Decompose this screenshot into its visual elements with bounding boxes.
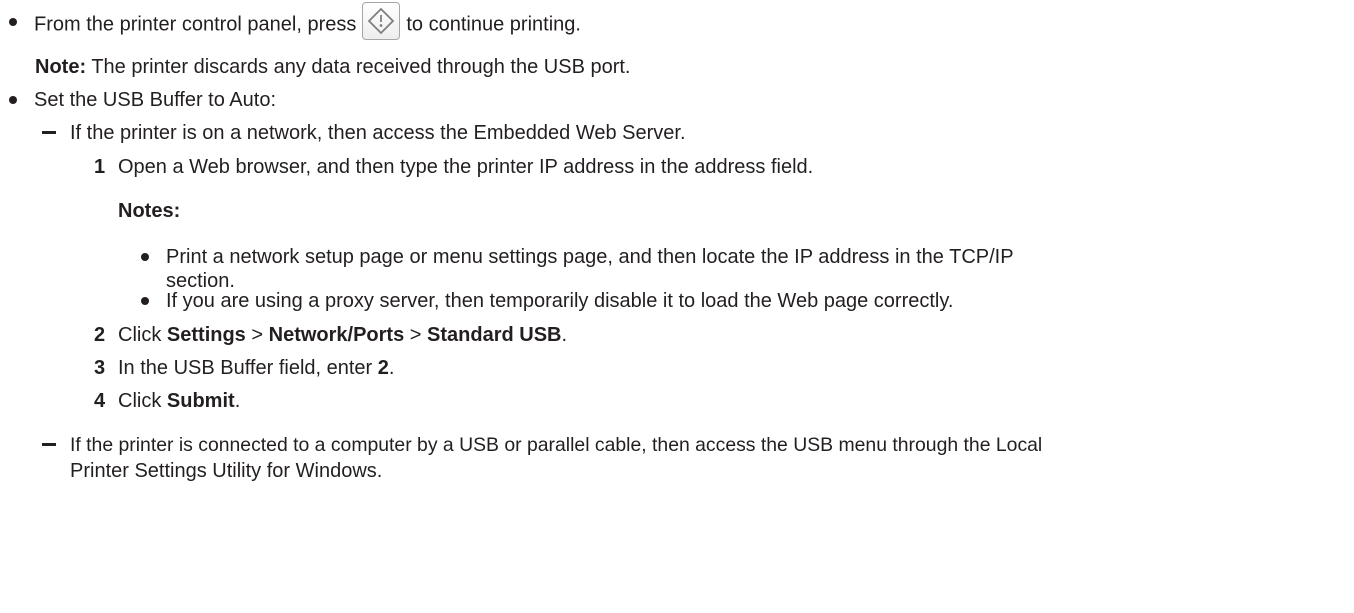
note-item-1: Print a network setup page or menu setti… [166, 246, 1014, 268]
usb-buffer-value: 2 [377, 357, 389, 379]
menu-separator: > [251, 324, 264, 346]
menu-separator: > [409, 324, 422, 346]
usb-cable-instruction-cont: Printer Settings Utility for Windows. [70, 460, 383, 482]
step-number: 2 [94, 324, 106, 346]
step-3-end: . [388, 357, 395, 379]
note: Note: The printer discards any data rece… [35, 55, 631, 79]
step-number: 4 [94, 390, 106, 412]
step-2-text: Click Settings > Network/Ports > Standar… [118, 323, 567, 347]
menu-standard-usb: Standard USB [427, 324, 562, 346]
dash-marker [42, 443, 56, 446]
network-instruction: If the printer is on a network, then acc… [70, 122, 686, 144]
continue-instruction-pre: From the printer control panel, press [34, 13, 357, 36]
step-3-text: In the USB Buffer field, enter 2. [118, 356, 394, 380]
step-number: 3 [94, 357, 106, 379]
submit-label: Submit [166, 390, 235, 412]
notes-label: Notes: [118, 199, 180, 223]
bullet [9, 18, 17, 26]
step-3-pre: In the USB Buffer field, enter [118, 357, 373, 379]
continue-instruction: From the printer control panel, press to … [34, 2, 581, 40]
usb-cable-instruction: If the printer is connected to a compute… [70, 434, 1043, 456]
bullet [141, 297, 149, 305]
note-text: The printer discards any data received t… [91, 56, 631, 78]
bullet [9, 96, 17, 104]
step-4-text: Click Submit. [118, 389, 240, 413]
step-2-pre: Click [118, 324, 162, 346]
start-diamond-icon [362, 2, 401, 40]
dash-marker [42, 131, 56, 134]
notes-label-text: Notes: [118, 200, 181, 222]
step-number: 1 [94, 156, 106, 178]
bullet [141, 253, 149, 261]
menu-settings: Settings [166, 324, 246, 346]
note-item-2: If you are using a proxy server, then te… [166, 290, 954, 312]
step-4-pre: Click [118, 390, 162, 412]
step-2-end: . [561, 324, 568, 346]
continue-instruction-post: to continue printing. [406, 13, 581, 36]
menu-network-ports: Network/Ports [268, 324, 405, 346]
step-1-text: Open a Web browser, and then type the pr… [118, 156, 814, 178]
step-4-end: . [234, 390, 241, 412]
note-label: Note: [35, 56, 87, 78]
usb-buffer-instruction: Set the USB Buffer to Auto: [34, 89, 277, 111]
